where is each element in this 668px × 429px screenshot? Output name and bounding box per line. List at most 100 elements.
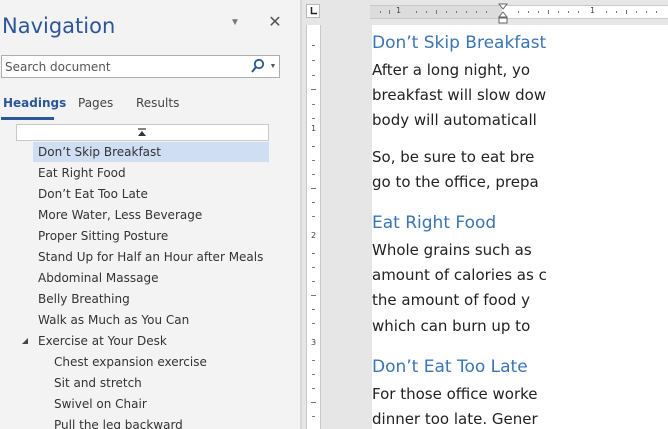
ruler-tick [312, 45, 315, 46]
ruler-number: 3 [311, 338, 317, 347]
ruler-tick [528, 11, 529, 13]
document-line: After a long night, yo [372, 61, 531, 79]
heading-item-dont-skip-breakfast[interactable]: Don’t Skip Breakfast [33, 142, 269, 162]
heading-item-label: Eat Right Food [38, 166, 126, 180]
ruler-tick [312, 388, 315, 389]
ruler-tick [646, 11, 647, 13]
heading-item-label: Stand Up for Half an Hour after Meals [38, 250, 264, 264]
document-line: amount of calories as c [372, 266, 547, 284]
heading-item-label: Proper Sitting Posture [38, 229, 169, 243]
ruler-tick [616, 11, 617, 13]
heading-item-label: Belly Breathing [38, 292, 130, 306]
heading-item-sit-and-stretch[interactable]: Sit and stretch [49, 373, 269, 393]
ruler-tick [456, 11, 457, 13]
document-area: 1 1 1 2 3 Don’t Skip Breakfast After a l… [302, 0, 668, 429]
ruler-number: 1 [311, 124, 317, 133]
ruler-tick [578, 11, 579, 13]
document-line: Whole grains such as [372, 241, 532, 259]
heading-item-stand-up[interactable]: Stand Up for Half an Hour after Meals [33, 247, 269, 267]
heading-item-swivel-on-chair[interactable]: Swivel on Chair [49, 394, 269, 414]
ruler-tick [446, 11, 447, 13]
ruler-tick [312, 104, 315, 105]
ruler-tick [606, 11, 607, 13]
heading-item-dont-eat-too-late[interactable]: Don’t Eat Too Late [33, 184, 269, 204]
ruler-tick [311, 89, 316, 90]
ruler-tick [636, 11, 637, 13]
ruler-tick [311, 402, 316, 403]
heading-item-belly-breathing[interactable]: Belly Breathing [33, 289, 269, 309]
heading-item-label: More Water, Less Beverage [38, 208, 203, 222]
document-heading: Don’t Skip Breakfast [372, 33, 547, 53]
ruler-tick [436, 10, 437, 14]
document-line: go to the office, prepa [372, 173, 539, 191]
heading-item-proper-sitting-posture[interactable]: Proper Sitting Posture [33, 226, 269, 246]
ruler-tick [312, 374, 315, 375]
ruler-tick [312, 216, 315, 217]
ruler-tick [311, 188, 316, 189]
document-heading: Don’t Eat Too Late [372, 357, 528, 377]
document-line: dinner too late. Gener [372, 410, 538, 428]
scroll-top-icon [138, 128, 146, 136]
document-line: body will automaticall [372, 111, 537, 129]
ruler-tick [312, 253, 315, 254]
document-line: So, be sure to eat bre [372, 148, 535, 166]
ruler-tick [312, 60, 315, 61]
ruler-number: 1 [396, 6, 402, 15]
ruler-tick [312, 360, 315, 361]
heading-item-label: Swivel on Chair [54, 397, 147, 411]
heading-item-label: Exercise at Your Desk [38, 334, 167, 348]
document-line: breakfast will slow dow [372, 86, 547, 104]
heading-item-label: Chest expansion exercise [54, 355, 207, 369]
tab-pages[interactable]: Pages [78, 96, 113, 110]
search-options-chevron-down-icon[interactable]: ▼ [268, 58, 278, 75]
ruler-tick [312, 309, 315, 310]
ruler-tick [312, 202, 315, 203]
expand-triangle-icon[interactable] [21, 337, 29, 345]
ruler-tick [312, 160, 315, 161]
ruler-tick [312, 323, 315, 324]
heading-item-pull-leg-backward[interactable]: Pull the leg backward [49, 415, 269, 429]
ruler-tick [656, 11, 657, 13]
ruler-tick [568, 11, 569, 13]
ruler-tick [518, 11, 519, 13]
document-line: For those office worke [372, 385, 538, 403]
ruler-tick [426, 11, 427, 13]
left-tab-icon [310, 7, 317, 15]
heading-item-chest-expansion[interactable]: Chest expansion exercise [49, 352, 269, 372]
document-line: which can burn up to [372, 317, 531, 335]
heading-item-eat-right-food[interactable]: Eat Right Food [33, 163, 269, 183]
tab-stop-selector[interactable] [306, 4, 320, 18]
ruler-tick [312, 75, 315, 76]
ruler-tick [311, 295, 316, 296]
ruler-number: 2 [311, 231, 317, 240]
heading-item-label: Walk as Much as You Can [38, 313, 190, 327]
heading-item-label: Abdominal Massage [38, 271, 159, 285]
document-heading: Eat Right Food [372, 213, 497, 233]
document-page[interactable]: Don’t Skip Breakfast After a long night,… [372, 25, 668, 429]
search-input[interactable] [2, 56, 242, 77]
tab-results[interactable]: Results [136, 96, 179, 110]
search-box: ▼ [1, 55, 280, 78]
ruler-tick [558, 11, 559, 13]
active-tab-indicator [1, 117, 54, 120]
heading-item-walk[interactable]: Walk as Much as You Can [33, 310, 269, 330]
scroll-to-top-bar[interactable] [16, 124, 269, 141]
ruler-number: 1 [590, 6, 596, 15]
navigation-pane: Navigation ▼ ✕ ▼ Headings Pages Results … [0, 0, 300, 429]
tab-headings[interactable]: Headings [3, 96, 66, 110]
heading-item-abdominal-massage[interactable]: Abdominal Massage [33, 268, 269, 288]
close-icon[interactable]: ✕ [266, 12, 284, 34]
heading-item-label: Don’t Eat Too Late [38, 187, 148, 201]
heading-item-label: Pull the leg backward [54, 418, 183, 429]
pane-options-chevron-icon[interactable]: ▼ [228, 14, 242, 32]
ruler-tick [312, 174, 315, 175]
heading-item-more-water[interactable]: More Water, Less Beverage [33, 205, 269, 225]
ruler-tick [486, 11, 487, 13]
vertical-ruler[interactable]: 1 2 3 [306, 25, 321, 429]
search-icon[interactable] [249, 57, 267, 76]
ruler-tick [312, 416, 315, 417]
heading-item-exercise-at-desk[interactable]: Exercise at Your Desk [33, 331, 269, 351]
ruler-tick [312, 146, 315, 147]
ruler-tick [626, 10, 627, 14]
horizontal-ruler[interactable]: 1 1 [370, 3, 668, 24]
